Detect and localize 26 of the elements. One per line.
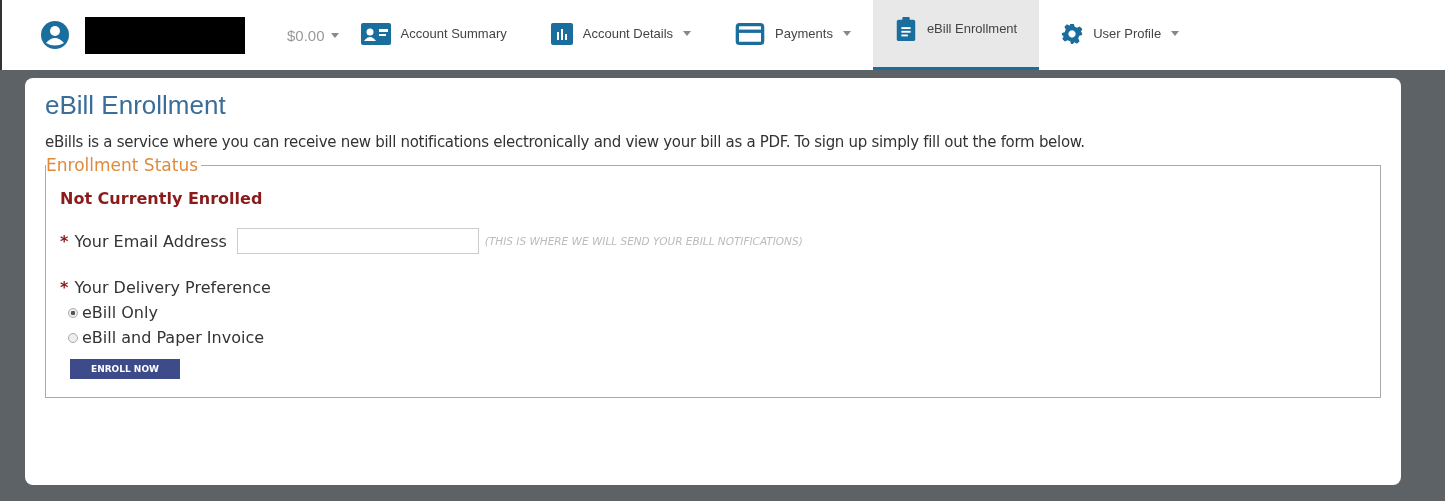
clipboard-icon (894, 16, 917, 41)
intro-text: eBills is a service where you can receive new bill notifications electronically and view your bill as a PDF. To sign up simply fill out the form below. (45, 133, 1086, 151)
nav-tab[interactable]: Account Summary (338, 0, 529, 70)
nav-tab[interactable]: Account Details (528, 0, 714, 70)
id-card-icon (360, 22, 391, 45)
radio-button[interactable] (68, 332, 78, 343)
nav-tab[interactable]: Payments (713, 0, 873, 70)
field-hint: (THIS IS WHERE WE WILL SEND YOUR EBILL NOTIFICATIONS) (484, 235, 803, 247)
credit-card-icon (735, 22, 766, 45)
required-mark: * (60, 231, 69, 251)
bar-chart-icon (550, 21, 573, 46)
settings-icon (1061, 21, 1084, 46)
radio-button[interactable] (68, 307, 78, 318)
user-icon[interactable] (40, 20, 70, 50)
field-label: Your Email Address (74, 231, 227, 251)
enroll-button[interactable]: ENROLL NOW (70, 359, 180, 379)
radio-label: eBill Only (82, 303, 158, 322)
nav-tab[interactable]: User Profile (1039, 0, 1202, 70)
radio-label: eBill and Paper Invoice (82, 328, 265, 347)
nav-tab[interactable]: eBill Enrollment (872, 0, 1040, 70)
email-input[interactable] (236, 228, 479, 254)
enrollment-status: Not Currently Enrolled (60, 189, 264, 208)
fieldset-legend: Enrollment Status (46, 155, 201, 175)
page-title: eBill Enrollment (45, 90, 227, 121)
field-label: Your Delivery Preference (74, 278, 271, 297)
required-mark: * (60, 278, 69, 297)
